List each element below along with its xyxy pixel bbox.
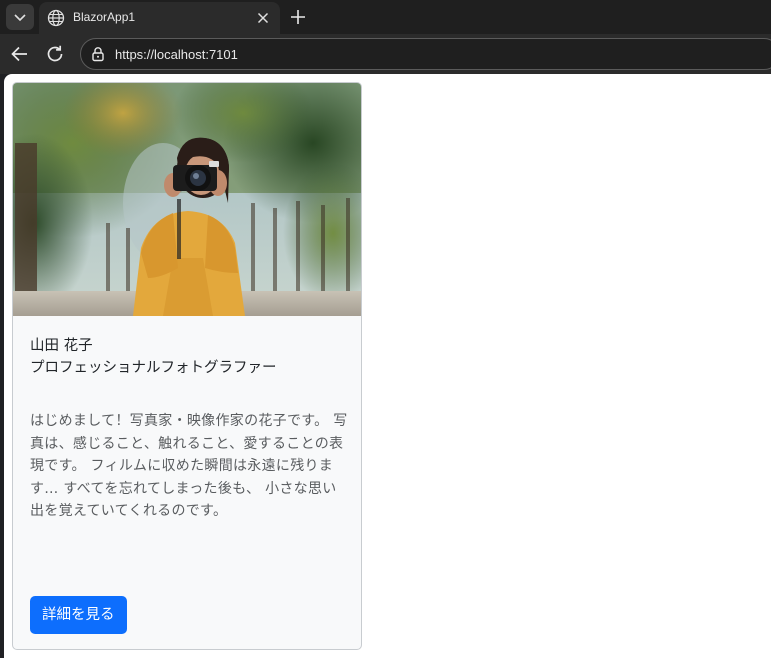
page-viewport: 山田 花子 プロフェッショナルフォトグラファー はじめまして！写真家・映像作家の… bbox=[4, 74, 771, 658]
arrow-left-icon[interactable] bbox=[9, 43, 31, 65]
card-title: 山田 花子 bbox=[30, 338, 93, 354]
profile-card: 山田 花子 プロフェッショナルフォトグラファー はじめまして！写真家・映像作家の… bbox=[12, 82, 362, 650]
tab-title: BlazorApp1 bbox=[73, 10, 136, 24]
details-button[interactable]: 詳細を見る bbox=[30, 596, 127, 634]
tab-list-button[interactable] bbox=[6, 4, 34, 30]
browser-tab[interactable]: BlazorApp1 bbox=[39, 2, 280, 34]
card-description: はじめまして！写真家・映像作家の花子です。 写真は、感じること、触れること、愛す… bbox=[30, 413, 348, 519]
card-body: 山田 花子 プロフェッショナルフォトグラファー はじめまして！写真家・映像作家の… bbox=[30, 335, 350, 523]
plus-icon[interactable] bbox=[288, 7, 308, 27]
reload-icon[interactable] bbox=[44, 43, 66, 65]
tab-strip: BlazorApp1 bbox=[0, 0, 771, 34]
browser-toolbar: https://localhost:7101 bbox=[0, 34, 771, 74]
address-bar[interactable]: https://localhost:7101 bbox=[80, 38, 771, 70]
card-subtitle: プロフェッショナルフォトグラファー bbox=[30, 360, 277, 376]
site-info-icon[interactable] bbox=[89, 45, 107, 63]
globe-icon bbox=[47, 9, 65, 27]
close-icon[interactable] bbox=[256, 11, 270, 25]
chevron-down-icon bbox=[14, 14, 26, 22]
profile-photo bbox=[13, 83, 361, 316]
address-url: https://localhost:7101 bbox=[115, 47, 238, 62]
